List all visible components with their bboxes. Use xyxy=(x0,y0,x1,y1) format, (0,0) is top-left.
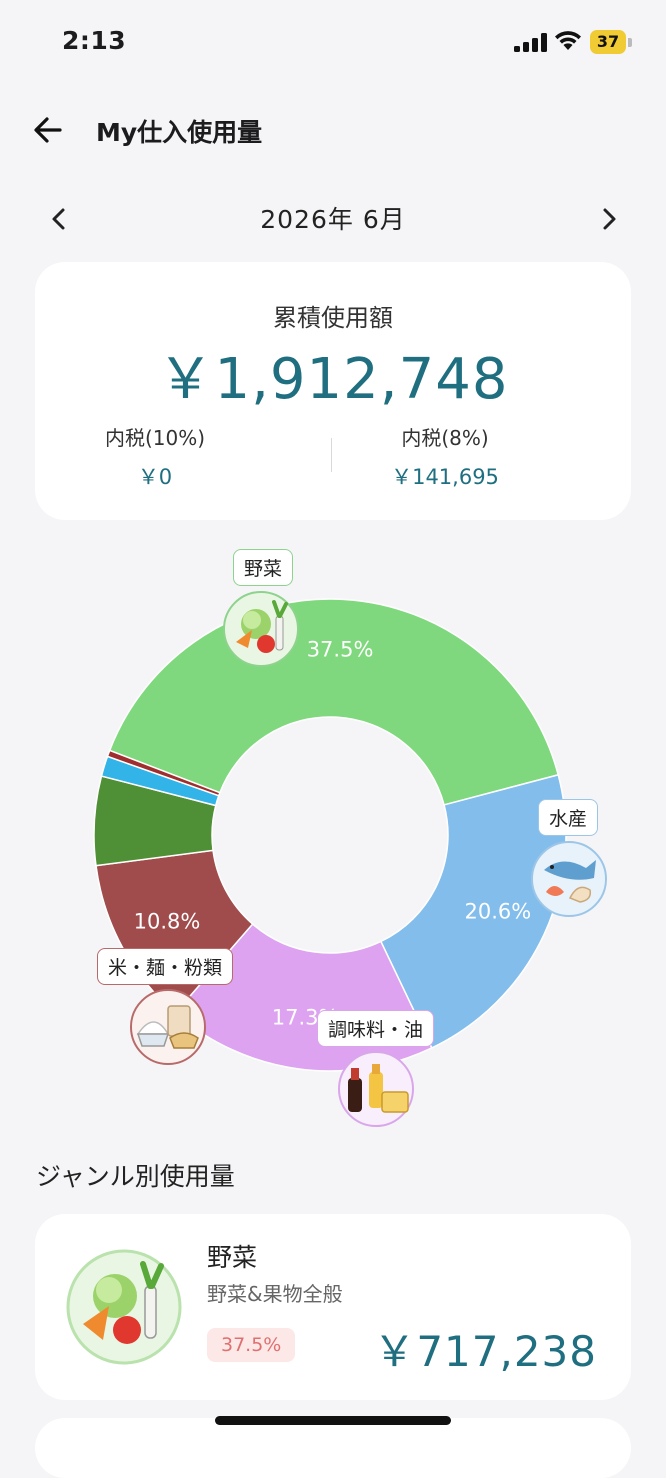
tax-10-label: 内税(10%) xyxy=(104,426,206,450)
wifi-icon xyxy=(555,31,581,50)
vegetable-image xyxy=(66,1249,182,1365)
vegetable-image xyxy=(223,591,299,667)
donut-slice-1[interactable] xyxy=(108,598,560,806)
genre-percentage-badge: 37.5% xyxy=(207,1328,296,1362)
page-title: My仕入使用量 xyxy=(96,118,263,147)
rice-noodle-flour-image xyxy=(130,989,206,1065)
donut-percent-label-4: 10.8% xyxy=(134,910,201,934)
genre-card-next[interactable] xyxy=(35,1418,631,1478)
back-arrow-icon[interactable] xyxy=(30,110,70,150)
status-time: 2:13 xyxy=(62,26,127,55)
seasoning-image xyxy=(338,1051,414,1127)
tax-8-label: 内税(8%) xyxy=(401,426,489,450)
tax-8-block: 内税(8%) ￥141,695 xyxy=(325,422,565,491)
section-title: ジャンル別使用量 xyxy=(36,1162,235,1191)
genre-amount: ￥717,238 xyxy=(373,1327,597,1376)
tax-10-block: 内税(10%) ￥0 xyxy=(35,422,275,491)
donut-percent-label-1: 37.5% xyxy=(307,637,374,661)
month-label: 2026年 6月 xyxy=(260,205,406,234)
battery-icon: 37 xyxy=(590,30,632,54)
callout-seafood: 水産 xyxy=(538,799,599,836)
genre-description: 野菜&果物全般 xyxy=(207,1282,343,1306)
callout-vegetables: 野菜 xyxy=(233,549,294,586)
cellular-signal-icon xyxy=(514,32,548,52)
battery-level: 37 xyxy=(596,32,620,51)
month-navigator: 2026年 6月 xyxy=(0,190,666,246)
tax-10-value: ￥0 xyxy=(137,465,173,489)
callout-seasoning-oil: 調味料・油 xyxy=(317,1010,435,1047)
genre-name: 野菜 xyxy=(207,1243,258,1272)
total-amount: ￥1,912,748 xyxy=(157,347,509,412)
status-bar: 2:13 37 xyxy=(0,0,666,86)
callout-rice-noodles-flour: 米・麺・粉類 xyxy=(97,948,234,985)
chevron-right-icon[interactable] xyxy=(594,204,624,234)
home-indicator xyxy=(215,1416,451,1425)
seafood-image xyxy=(531,841,607,917)
tax-8-value: ￥141,695 xyxy=(391,465,499,489)
summary-card: 累積使用額 ￥1,912,748 内税(10%) ￥0 内税(8%) ￥141,… xyxy=(35,262,631,520)
donut-percent-label-2: 20.6% xyxy=(465,900,532,924)
genre-card-vegetables[interactable]: 野菜 野菜&果物全般 37.5% ￥717,238 xyxy=(35,1214,631,1400)
total-label: 累積使用額 xyxy=(273,304,393,332)
